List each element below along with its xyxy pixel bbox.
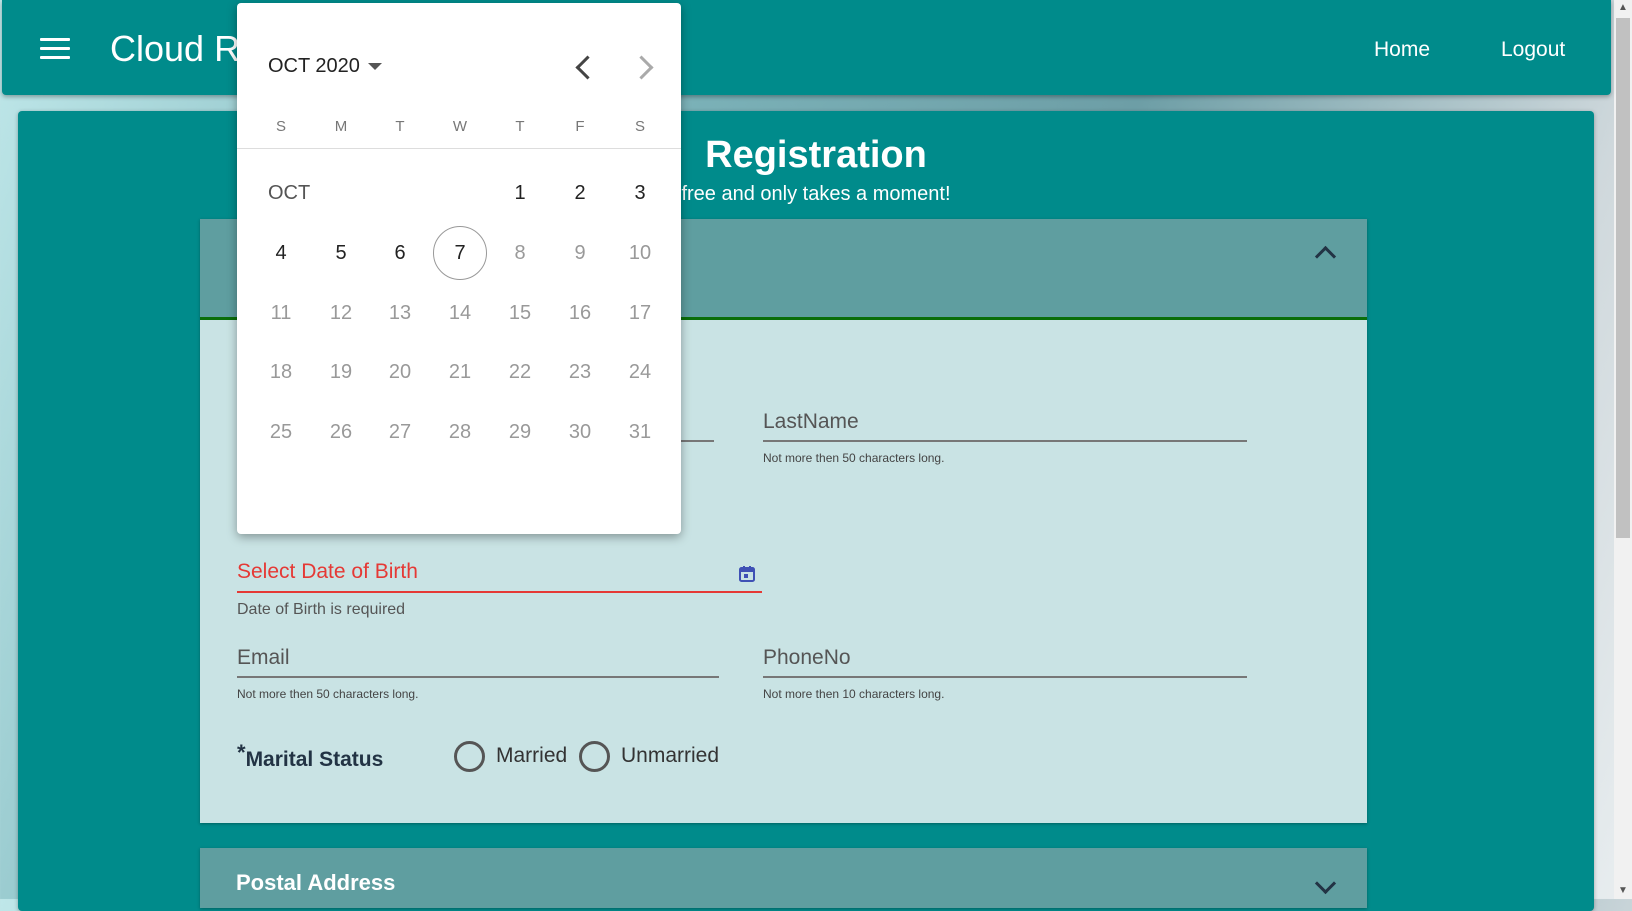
weekday-label: S [634, 118, 645, 135]
calendar-day[interactable]: 6 [373, 226, 427, 280]
calendar-day: 15 [508, 302, 532, 324]
calendar-day: 8 [514, 242, 526, 264]
calendar-day: 9 [574, 242, 586, 264]
calendar-day[interactable]: 1 [493, 166, 547, 220]
weekday-label: T [395, 118, 405, 135]
dob-error: Date of Birth is required [237, 601, 406, 618]
unmarried-label[interactable]: Unmarried [621, 744, 719, 768]
email-field[interactable]: Email [237, 646, 290, 670]
scroll-thumb[interactable] [1616, 18, 1630, 538]
weekday-label: M [334, 118, 348, 135]
lastname-underline [763, 440, 1247, 442]
married-radio[interactable] [454, 741, 485, 772]
month-year-label: OCT 2020 [268, 55, 360, 77]
logout-link[interactable]: Logout [1501, 38, 1565, 62]
prev-month-icon[interactable] [575, 55, 600, 80]
required-asterisk: * [237, 740, 246, 765]
app-title: Cloud R [110, 28, 241, 69]
postal-address-title: Postal Address [236, 870, 396, 895]
calendar-day: 13 [388, 302, 412, 324]
calendar-day: 17 [628, 302, 652, 324]
calendar-day: 22 [508, 361, 532, 383]
calendar-day[interactable]: 4 [254, 226, 308, 280]
chevron-up-icon[interactable] [1314, 245, 1337, 268]
calendar-day: 11 [270, 302, 292, 324]
chevron-down-icon[interactable] [1314, 872, 1337, 895]
married-label[interactable]: Married [496, 744, 567, 768]
calendar-icon[interactable] [738, 565, 756, 583]
calendar-day[interactable]: 5 [314, 226, 368, 280]
calendar-day: 20 [388, 361, 412, 383]
calendar-day: 21 [448, 361, 472, 383]
scroll-down-icon[interactable]: ▼ [1614, 883, 1632, 899]
weekday-label: T [515, 118, 525, 135]
month-year-selector[interactable]: OCT 2020 [268, 55, 382, 78]
phone-underline [763, 676, 1247, 678]
caret-down-icon [367, 63, 382, 71]
phone-hint: Not more then 10 characters long. [763, 687, 945, 701]
marital-status-text: Marital Status [245, 748, 384, 771]
calendar-day[interactable]: 3 [613, 166, 667, 220]
scroll-up-icon[interactable]: ▲ [1614, 0, 1632, 16]
weekday-label: S [275, 118, 286, 135]
weekday-header: SMTWTFS [237, 118, 681, 148]
picker-divider [237, 148, 681, 149]
dob-field[interactable]: Select Date of Birth [237, 560, 418, 584]
calendar-day: 23 [568, 361, 592, 383]
firstname-field-underline[interactable] [681, 440, 714, 442]
email-hint: Not more then 50 characters long. [237, 687, 419, 701]
month-label: OCT [268, 182, 311, 204]
next-month-icon[interactable] [629, 55, 654, 80]
marital-status-label: *Marital Status [237, 738, 383, 772]
calendar-day: 16 [568, 302, 592, 324]
calendar-day: 27 [388, 421, 412, 443]
calendar-day: 18 [269, 361, 293, 383]
calendar-day: 29 [508, 421, 532, 443]
phone-field[interactable]: PhoneNo [763, 646, 851, 670]
calendar-day: 26 [329, 421, 353, 443]
menu-icon[interactable] [40, 38, 70, 60]
lastname-hint: Not more then 50 characters long. [763, 451, 945, 465]
calendar-day: 10 [628, 242, 652, 264]
calendar-day: 25 [269, 421, 293, 443]
calendar-day: 28 [448, 421, 472, 443]
calendar-day[interactable]: 7 [433, 226, 487, 280]
weekday-label: W [452, 118, 468, 135]
lastname-field[interactable]: LastName [763, 410, 859, 434]
weekday-label: F [575, 118, 585, 135]
calendar-day: 19 [329, 361, 353, 383]
postal-address-panel[interactable]: Postal Address [200, 848, 1367, 908]
unmarried-radio[interactable] [579, 741, 610, 772]
calendar-day: 14 [448, 302, 472, 324]
calendar-day: 12 [329, 302, 353, 324]
date-picker: OCT 2020 SMTWTFS OCT 1 2 3 4 5 6 7 8 9 10 11 12 13 14… [237, 3, 681, 534]
home-link[interactable]: Home [1374, 38, 1430, 62]
calendar-day: 30 [568, 421, 592, 443]
dob-underline [237, 591, 762, 593]
calendar-day: 24 [628, 361, 652, 383]
page-scrollbar[interactable]: ▲ ▼ [1614, 0, 1632, 899]
email-underline [237, 676, 719, 678]
calendar-day: 31 [628, 421, 652, 443]
calendar-day[interactable]: 2 [553, 166, 607, 220]
